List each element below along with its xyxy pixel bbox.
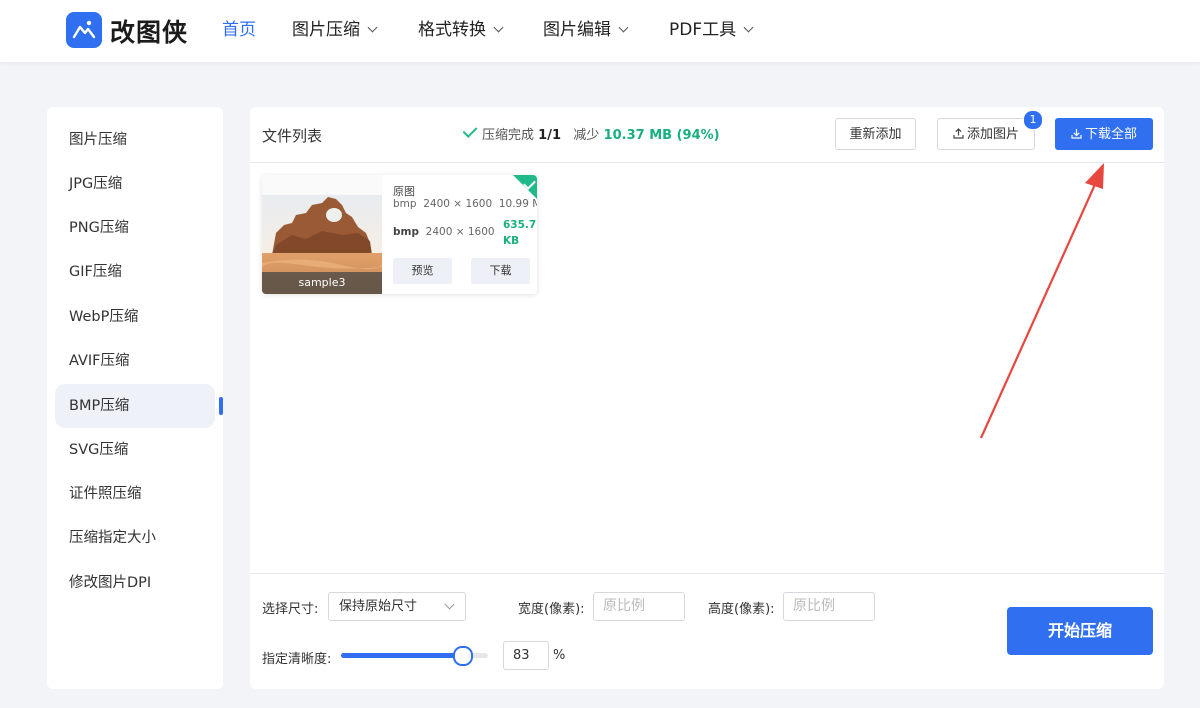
file-card: sample3 原图 bmp 2400 × 1600 10.99 MB bmp … — [262, 175, 537, 294]
sidebar-item-svg[interactable]: SVG压缩 — [55, 428, 215, 472]
file-list-title: 文件列表 — [262, 127, 323, 145]
nav-home-label: 首页 — [222, 20, 256, 40]
chevron-down-icon — [743, 22, 754, 33]
chevron-down-icon — [444, 599, 455, 610]
header-divider — [250, 162, 1164, 163]
nav-pdf[interactable]: PDF工具 — [669, 18, 754, 42]
active-indicator — [219, 397, 223, 415]
sidebar-item-id-photo[interactable]: 证件照压缩 — [55, 472, 215, 516]
quality-input[interactable]: 83 — [503, 641, 549, 670]
sidebar: 图片压缩 JPG压缩 PNG压缩 GIF压缩 WebP压缩 AVIF压缩 BMP… — [47, 107, 223, 689]
nav-home[interactable]: 首页 — [222, 18, 256, 42]
sidebar-item-bmp[interactable]: BMP压缩 — [55, 384, 223, 428]
width-input[interactable]: 原比例 — [593, 592, 685, 621]
quality-unit: % — [553, 648, 566, 663]
nav-compress[interactable]: 图片压缩 — [292, 18, 378, 42]
status-done-count: 1/1 — [538, 128, 561, 143]
file-count-badge: 1 — [1023, 110, 1043, 130]
download-all-label: 下载全部 — [1084, 127, 1137, 142]
sidebar-item-gif[interactable]: GIF压缩 — [55, 250, 215, 294]
top-header: 改图侠 首页 图片压缩 格式转换 图片编辑 PDF工具 — [0, 0, 1200, 62]
nav-pdf-label: PDF工具 — [669, 20, 737, 40]
nav-edit[interactable]: 图片编辑 — [543, 18, 629, 42]
sidebar-item-dpi[interactable]: 修改图片DPI — [55, 561, 215, 605]
quality-slider[interactable] — [341, 646, 488, 666]
chevron-down-icon — [618, 22, 629, 33]
compressed-meta: bmp 2400 × 1600 — [393, 226, 495, 238]
preview-button[interactable]: 预览 — [393, 258, 452, 284]
height-input[interactable]: 原比例 — [783, 592, 875, 621]
quality-slider-fill — [341, 653, 463, 658]
sidebar-item-webp[interactable]: WebP压缩 — [55, 295, 215, 339]
original-dims: 2400 × 1600 — [423, 198, 493, 210]
compress-status: 压缩完成 1/1 减少 10.37 MB (94%) — [462, 123, 720, 143]
check-icon — [462, 123, 478, 138]
quality-label: 指定清晰度: — [262, 652, 332, 667]
main-panel: 文件列表 压缩完成 1/1 减少 10.37 MB (94%) 重新添加 添加图… — [250, 107, 1164, 689]
chevron-down-icon — [367, 22, 378, 33]
download-button[interactable]: 下载 — [471, 258, 530, 284]
sidebar-item-label: BMP压缩 — [69, 398, 130, 414]
original-size: 10.99 MB — [498, 198, 537, 210]
nav-compress-label: 图片压缩 — [292, 20, 360, 40]
size-select-value: 保持原始尺寸 — [339, 599, 418, 614]
size-select[interactable]: 保持原始尺寸 — [328, 592, 466, 621]
status-reduce-label: 减少 — [573, 128, 600, 143]
re-add-button[interactable]: 重新添加 — [835, 118, 916, 150]
nav-edit-label: 图片编辑 — [543, 20, 611, 40]
settings-divider — [250, 573, 1164, 574]
file-thumbnail[interactable]: sample3 — [262, 175, 382, 294]
height-label: 高度(像素): — [708, 602, 775, 617]
compressed-size: 635.78 KB — [503, 219, 537, 247]
logo-icon[interactable] — [66, 12, 102, 48]
nav-convert[interactable]: 格式转换 — [418, 18, 504, 42]
add-image-label: 添加图片 — [966, 127, 1019, 142]
nav-convert-label: 格式转换 — [418, 20, 486, 40]
quality-slider-handle[interactable] — [453, 646, 473, 666]
sidebar-item-target-size[interactable]: 压缩指定大小 — [55, 516, 215, 560]
app-name[interactable]: 改图侠 — [110, 13, 188, 49]
compressed-dims: 2400 × 1600 — [425, 226, 495, 238]
sidebar-item-jpg[interactable]: JPG压缩 — [55, 162, 215, 206]
status-reduce-value: 10.37 MB (94%) — [603, 128, 720, 143]
download-all-button[interactable]: 下载全部 — [1055, 118, 1153, 150]
width-label: 宽度(像素): — [518, 602, 585, 617]
chevron-down-icon — [493, 22, 504, 33]
size-label: 选择尺寸: — [262, 602, 319, 617]
start-compress-button[interactable]: 开始压缩 — [1007, 607, 1153, 655]
download-icon — [1071, 129, 1082, 139]
sidebar-item-png[interactable]: PNG压缩 — [55, 206, 215, 250]
compressed-format: bmp — [393, 226, 419, 238]
original-meta: bmp 2400 × 1600 10.99 MB — [393, 198, 537, 210]
add-image-button[interactable]: 添加图片 1 — [937, 110, 1043, 150]
upload-icon — [953, 128, 964, 139]
original-label: 原图 — [393, 185, 415, 198]
file-name: sample3 — [262, 272, 382, 294]
sidebar-item-avif[interactable]: AVIF压缩 — [55, 339, 215, 383]
original-format: bmp — [393, 198, 417, 210]
status-done-label: 压缩完成 — [482, 128, 535, 143]
sidebar-item-image-compress[interactable]: 图片压缩 — [55, 118, 215, 162]
